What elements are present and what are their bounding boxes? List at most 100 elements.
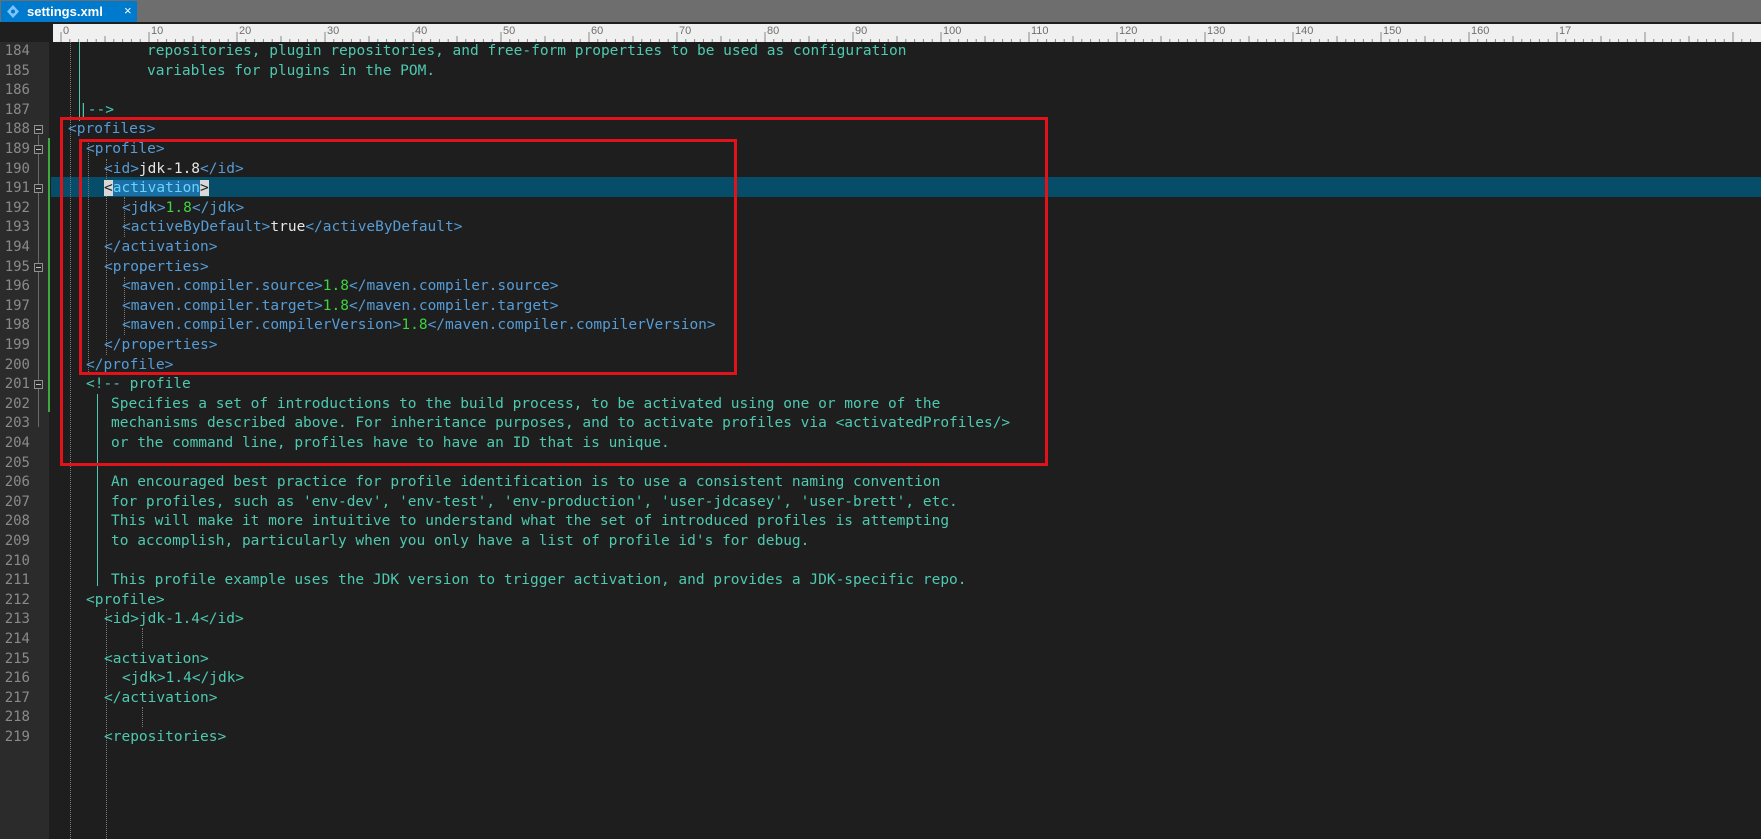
ruler-tick-label: 30 <box>327 25 340 37</box>
code-line-216: <jdk>1.4</jdk> <box>122 670 245 687</box>
tag-value: 1.8 <box>322 297 349 314</box>
line-number: 198 <box>4 317 30 334</box>
line-number: 216 <box>4 670 30 687</box>
ruler-ticks <box>60 32 1752 42</box>
comment-bar <box>97 394 98 586</box>
tag-close: </maven.compiler.target> <box>349 297 559 314</box>
code-line-215: <activation> <box>104 650 209 667</box>
line-number-gutter: 184 185 186 187 188 189 190 191 192 193 194 195 196 1… <box>0 42 50 839</box>
code-line-202: Specifies a set of introductions to the … <box>111 395 941 412</box>
indent-guide <box>142 628 143 648</box>
line-number: 214 <box>4 631 30 647</box>
tag-close: </id> <box>200 160 244 177</box>
tag-open: <maven.compiler.source> <box>122 278 323 295</box>
line-number: 193 <box>4 219 30 236</box>
modified-lines-marker <box>48 138 50 412</box>
line-number: 219 <box>4 729 30 745</box>
code-line-192: <jdk>1.8</jdk> <box>122 199 244 219</box>
code-line-194: </activation> <box>104 239 218 255</box>
ruler-tick-label: 90 <box>855 25 868 37</box>
tag-value: 1.8 <box>322 278 349 295</box>
code-line-208: This will make it more intuitive to unde… <box>111 513 950 530</box>
code-line-212: <profile> <box>86 591 165 608</box>
code-line-219: <repositories> <box>104 729 227 745</box>
tag-open: <id> <box>104 160 139 177</box>
code-line-187: |--> <box>79 101 114 118</box>
code-line-201: <!-- profile <box>86 376 191 393</box>
code-line-200: </profile> <box>86 356 174 373</box>
line-number: 187 <box>4 101 30 118</box>
tag-close: </maven.compiler.compilerVersion> <box>427 317 716 334</box>
ruler-tick-label: 80 <box>767 25 780 37</box>
bracket-match: < <box>104 180 113 197</box>
line-number: 184 <box>4 43 30 59</box>
line-number: 202 <box>4 395 30 412</box>
line-number: 204 <box>4 435 30 451</box>
tag-open: <activeByDefault> <box>122 219 271 236</box>
indent-guide <box>88 140 89 374</box>
code-line-193: <activeByDefault>true</activeByDefault> <box>122 218 462 238</box>
code-line-209: to accomplish, particularly when you onl… <box>111 533 810 549</box>
fold-toggle-icon[interactable] <box>34 145 43 154</box>
code-line-191[interactable]: <activation> <box>104 179 209 199</box>
ruler-tick-label: 70 <box>679 25 692 37</box>
line-number: 194 <box>4 239 30 255</box>
ruler-tick-label: 130 <box>1207 25 1226 37</box>
code-line-217: </activation> <box>104 689 218 706</box>
code-line-185: variables for plugins in the POM. <box>147 62 436 79</box>
tag-value: 1.8 <box>165 199 192 216</box>
line-number: 208 <box>4 513 30 530</box>
ruler-tick-label: 10 <box>151 25 164 37</box>
tag-value: 1.8 <box>401 317 428 334</box>
fold-toggle-icon[interactable] <box>34 380 43 390</box>
line-number: 213 <box>4 611 30 628</box>
line-number: 196 <box>4 278 30 295</box>
tag-open: <jdk> <box>122 199 166 216</box>
ruler-tick-label: 0 <box>63 25 70 37</box>
ruler-tick-label: 150 <box>1383 25 1402 37</box>
code-line-206: An encouraged best practice for profile … <box>111 474 941 491</box>
code-line-204: or the command line, profiles have to ha… <box>111 435 670 451</box>
line-number: 192 <box>4 199 30 216</box>
tab-settings-xml[interactable]: settings.xml × <box>1 1 137 22</box>
code-line-198: <maven.compiler.compilerVersion>1.8</mav… <box>122 316 716 336</box>
line-number: 217 <box>4 689 30 706</box>
code-line-213: <id>jdk-1.4</id> <box>104 611 244 628</box>
ruler-tick-label: 140 <box>1295 25 1314 37</box>
code-line-211: This profile example uses the JDK versio… <box>111 572 967 589</box>
line-number: 210 <box>4 552 30 569</box>
line-number: 206 <box>4 474 30 491</box>
tag-open: <maven.compiler.compilerVersion> <box>122 317 402 334</box>
code-editor[interactable]: repositories, plugin repositories, and f… <box>51 42 1761 839</box>
line-number: 207 <box>4 493 30 510</box>
ruler-tick-label: 20 <box>239 25 252 37</box>
code-line-188: <profiles> <box>68 121 156 138</box>
ruler-tick-label: 120 <box>1119 25 1138 37</box>
ruler-tick-label: 17 <box>1559 25 1572 37</box>
code-line-197: <maven.compiler.target>1.8</maven.compil… <box>122 297 559 317</box>
line-number: 195 <box>4 258 30 275</box>
line-number: 186 <box>4 82 30 99</box>
indent-guide <box>106 609 107 839</box>
line-number: 190 <box>4 160 30 177</box>
line-number: 209 <box>4 533 30 549</box>
code-line-199: </properties> <box>104 337 218 353</box>
tag-open: <maven.compiler.target> <box>122 297 323 314</box>
fold-toggle-icon[interactable] <box>34 125 43 135</box>
code-line-190: <id>jdk-1.8</id> <box>104 160 244 180</box>
fold-toggle-icon[interactable] <box>34 262 43 272</box>
line-number: 205 <box>4 454 30 471</box>
line-number: 211 <box>4 572 30 589</box>
bracket-match: > <box>200 180 209 197</box>
line-number: 185 <box>4 62 30 79</box>
line-number: 197 <box>4 297 30 314</box>
fold-toggle-icon[interactable] <box>34 184 43 194</box>
line-number: 212 <box>4 591 30 608</box>
line-number: 199 <box>4 337 30 353</box>
tab-label: settings.xml <box>27 4 103 19</box>
line-number: 218 <box>4 709 30 726</box>
close-icon[interactable]: × <box>124 3 132 18</box>
xml-file-icon <box>7 5 19 18</box>
tag-value: jdk-1.8 <box>138 160 201 177</box>
line-number: 201 <box>4 376 30 393</box>
